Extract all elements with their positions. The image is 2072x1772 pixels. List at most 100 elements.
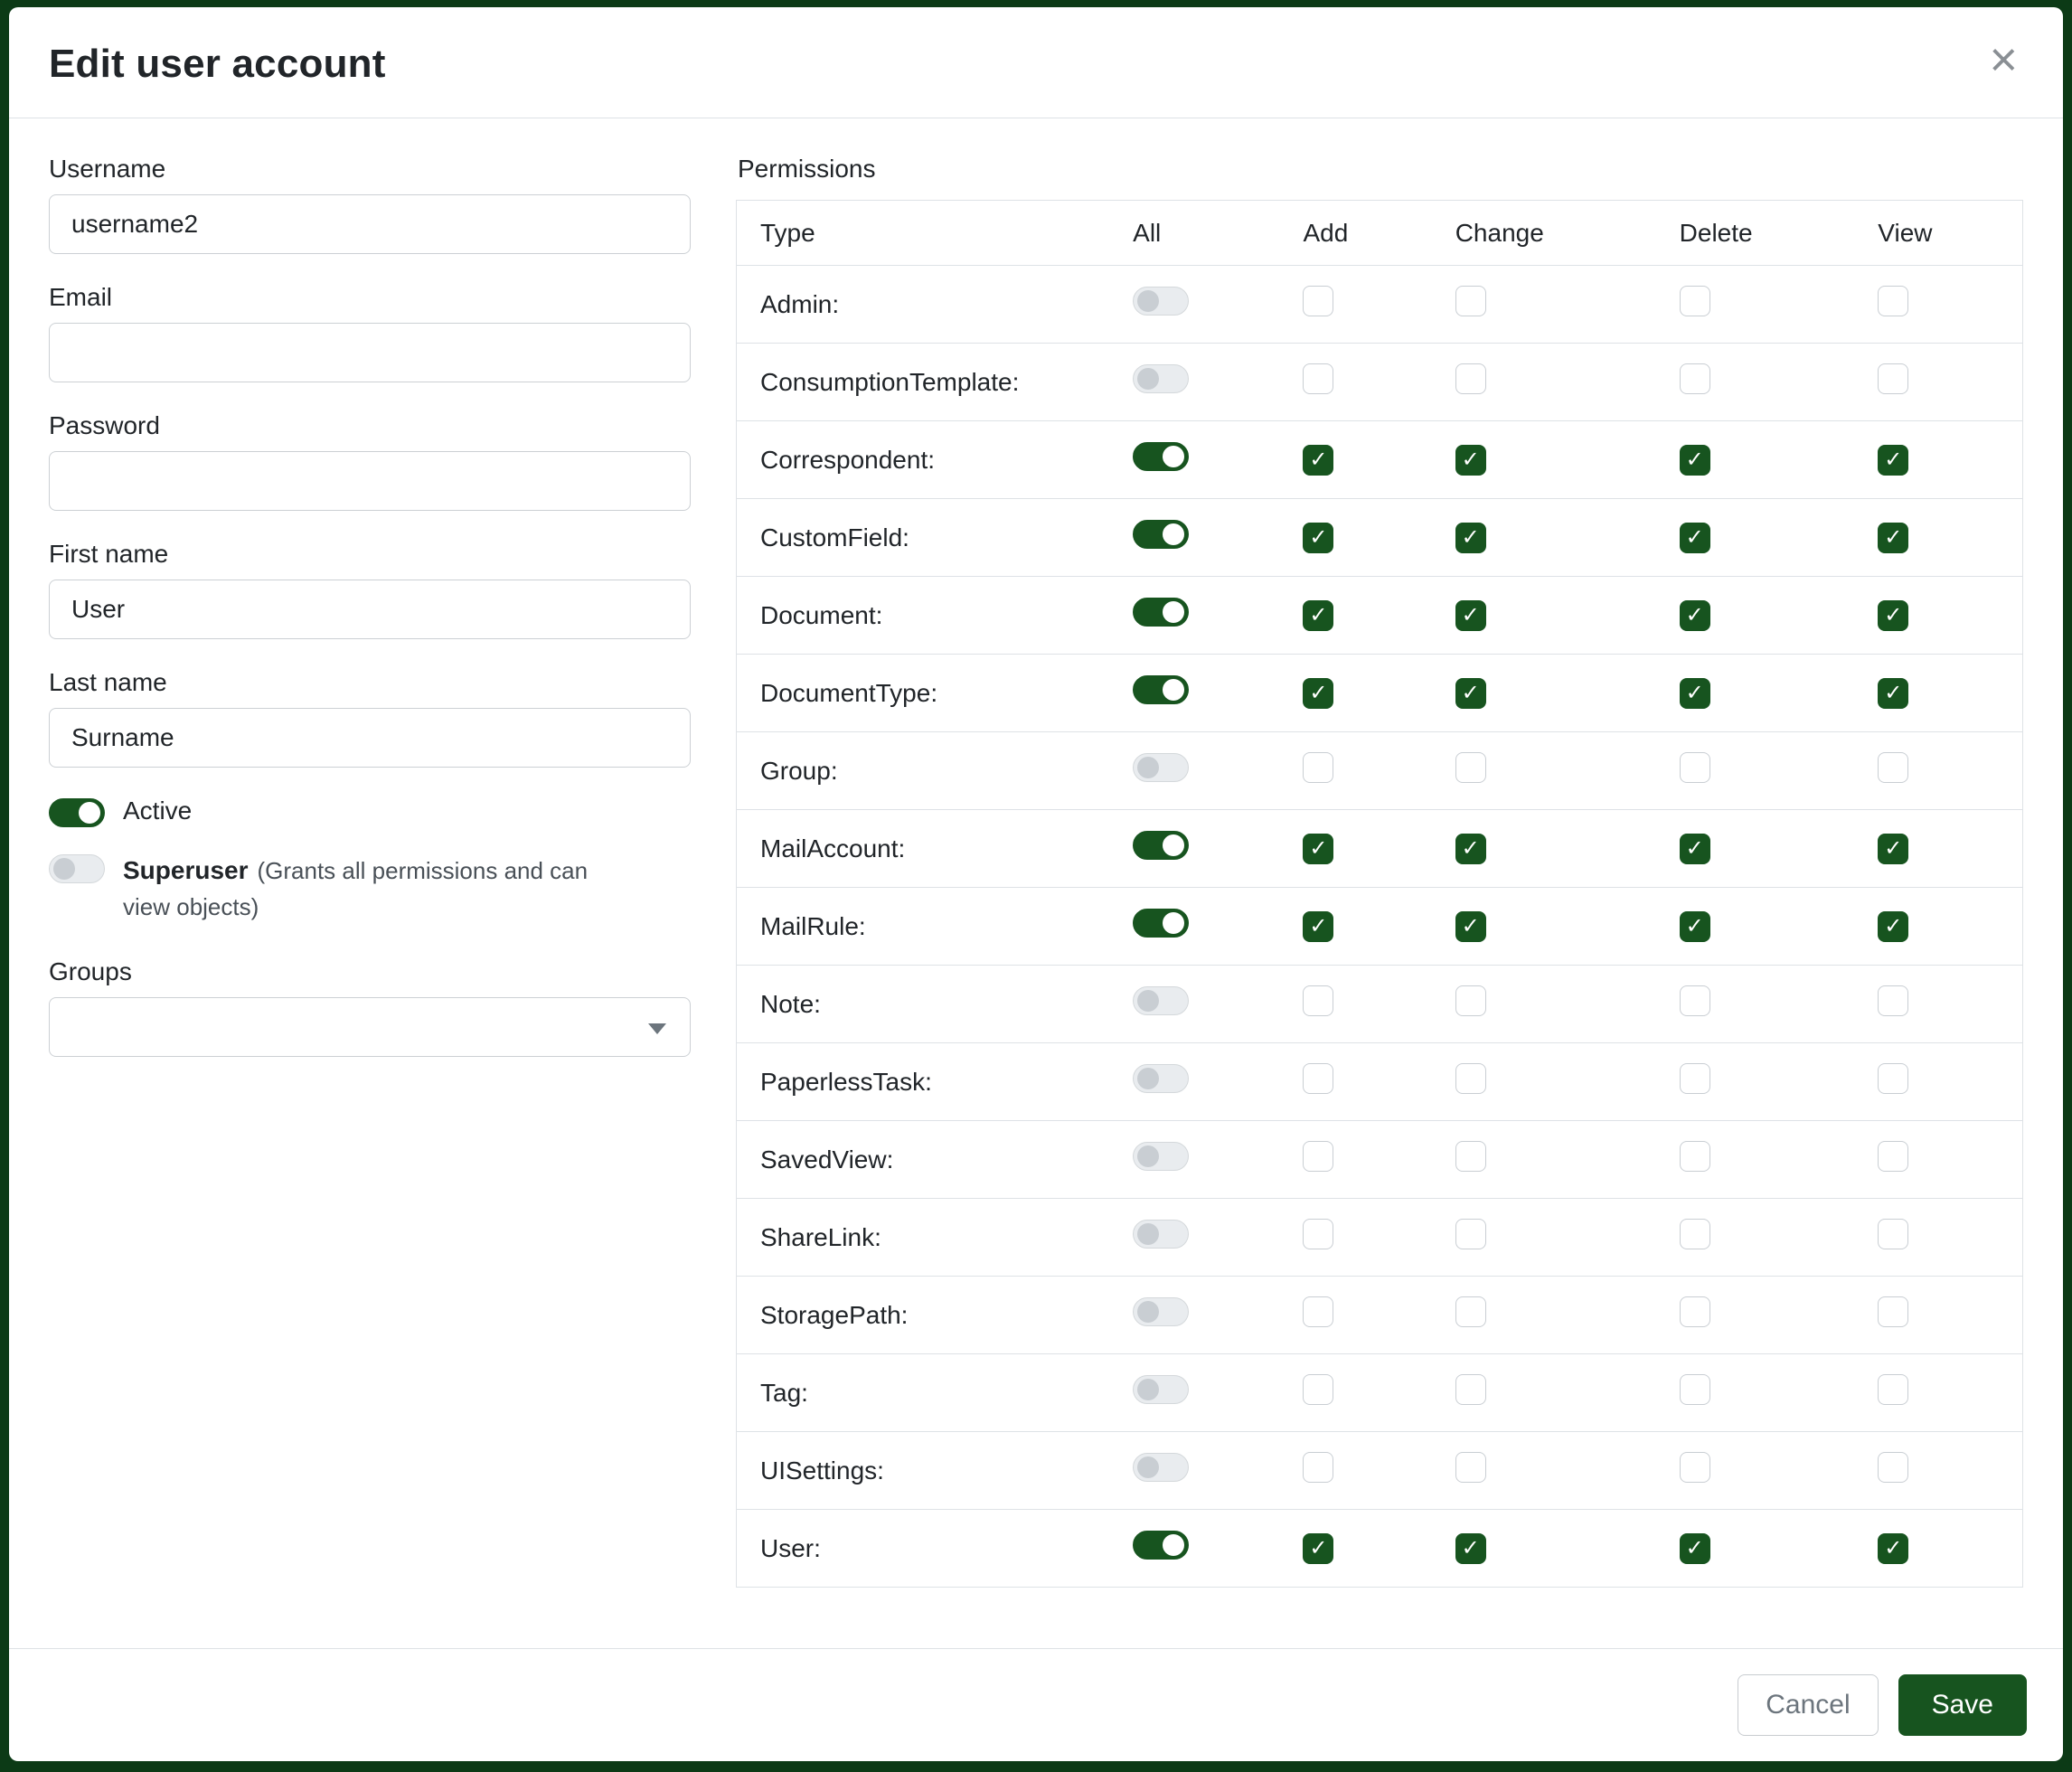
permission-delete-checkbox[interactable] [1680,678,1710,709]
permission-change-checkbox[interactable] [1455,1452,1486,1483]
permission-view-checkbox[interactable] [1878,286,1908,316]
permission-delete-checkbox[interactable] [1680,523,1710,553]
permission-all-toggle[interactable] [1133,1220,1189,1249]
permission-view-checkbox[interactable] [1878,985,1908,1016]
permission-add-checkbox[interactable] [1303,1063,1333,1094]
user-form: Username Email Password First name Last [49,155,691,1648]
permission-view-checkbox[interactable] [1878,363,1908,394]
permission-add-checkbox[interactable] [1303,834,1333,864]
permission-add-checkbox[interactable] [1303,1296,1333,1327]
permission-add-checkbox[interactable] [1303,911,1333,942]
email-field[interactable] [49,323,691,382]
permission-change-checkbox[interactable] [1455,834,1486,864]
permission-delete-checkbox[interactable] [1680,834,1710,864]
permission-change-checkbox[interactable] [1455,1219,1486,1249]
permission-view-checkbox[interactable] [1878,834,1908,864]
permission-add-checkbox[interactable] [1303,445,1333,476]
permission-delete-checkbox[interactable] [1680,1533,1710,1564]
permission-view-checkbox[interactable] [1878,1219,1908,1249]
save-button[interactable]: Save [1898,1674,2027,1736]
permission-delete-checkbox[interactable] [1680,752,1710,783]
active-label: Active [123,796,192,825]
permission-view-checkbox[interactable] [1878,600,1908,631]
permission-delete-checkbox[interactable] [1680,1374,1710,1405]
permission-view-checkbox[interactable] [1878,445,1908,476]
permission-add-checkbox[interactable] [1303,1533,1333,1564]
permission-all-toggle[interactable] [1133,442,1189,471]
permission-change-checkbox[interactable] [1455,752,1486,783]
last-name-field[interactable] [49,708,691,768]
permission-change-checkbox[interactable] [1455,678,1486,709]
permission-all-toggle[interactable] [1133,520,1189,549]
permission-all-toggle[interactable] [1133,364,1189,393]
permission-all-toggle[interactable] [1133,598,1189,627]
permission-view-checkbox[interactable] [1878,1141,1908,1172]
permission-change-checkbox[interactable] [1455,1533,1486,1564]
permission-delete-checkbox[interactable] [1680,1063,1710,1094]
permission-all-toggle[interactable] [1133,1375,1189,1404]
permission-add-checkbox[interactable] [1303,1219,1333,1249]
password-field[interactable] [49,451,691,511]
permission-change-checkbox[interactable] [1455,1374,1486,1405]
permission-change-checkbox[interactable] [1455,286,1486,316]
cancel-button[interactable]: Cancel [1738,1674,1878,1736]
permission-delete-checkbox[interactable] [1680,363,1710,394]
permission-view-checkbox[interactable] [1878,1374,1908,1405]
email-label: Email [49,283,691,312]
superuser-toggle[interactable] [49,854,105,883]
permission-all-toggle[interactable] [1133,1531,1189,1560]
permission-view-checkbox[interactable] [1878,1063,1908,1094]
permission-change-checkbox[interactable] [1455,911,1486,942]
permission-view-checkbox[interactable] [1878,752,1908,783]
permission-add-checkbox[interactable] [1303,1141,1333,1172]
permission-change-checkbox[interactable] [1455,445,1486,476]
permission-view-checkbox[interactable] [1878,1452,1908,1483]
permission-add-checkbox[interactable] [1303,985,1333,1016]
permission-delete-checkbox[interactable] [1680,911,1710,942]
permission-change-checkbox[interactable] [1455,1296,1486,1327]
permission-delete-checkbox[interactable] [1680,286,1710,316]
permission-delete-checkbox[interactable] [1680,985,1710,1016]
permission-change-checkbox[interactable] [1455,523,1486,553]
active-toggle[interactable] [49,798,105,827]
permission-all-toggle[interactable] [1133,1064,1189,1093]
permission-view-checkbox[interactable] [1878,911,1908,942]
permission-delete-checkbox[interactable] [1680,1452,1710,1483]
permission-add-checkbox[interactable] [1303,752,1333,783]
permission-delete-checkbox[interactable] [1680,445,1710,476]
permission-delete-checkbox[interactable] [1680,1296,1710,1327]
permission-add-checkbox[interactable] [1303,286,1333,316]
permission-delete-checkbox[interactable] [1680,600,1710,631]
permission-change-checkbox[interactable] [1455,1063,1486,1094]
permission-change-checkbox[interactable] [1455,1141,1486,1172]
permission-all-toggle[interactable] [1133,1142,1189,1171]
groups-select[interactable] [49,997,691,1057]
permission-all-toggle[interactable] [1133,287,1189,316]
permission-all-toggle[interactable] [1133,831,1189,860]
permission-add-checkbox[interactable] [1303,523,1333,553]
permission-all-toggle[interactable] [1133,1453,1189,1482]
permission-type-label: Group: [737,732,1110,810]
permission-all-toggle[interactable] [1133,909,1189,938]
permission-change-checkbox[interactable] [1455,600,1486,631]
permission-add-checkbox[interactable] [1303,1452,1333,1483]
permission-delete-checkbox[interactable] [1680,1141,1710,1172]
permission-all-toggle[interactable] [1133,1297,1189,1326]
permission-all-toggle[interactable] [1133,986,1189,1015]
permission-all-toggle[interactable] [1133,675,1189,704]
permission-add-checkbox[interactable] [1303,678,1333,709]
username-field[interactable] [49,194,691,254]
permission-view-checkbox[interactable] [1878,1296,1908,1327]
permission-delete-checkbox[interactable] [1680,1219,1710,1249]
permission-add-checkbox[interactable] [1303,363,1333,394]
permission-change-checkbox[interactable] [1455,985,1486,1016]
permission-view-checkbox[interactable] [1878,523,1908,553]
permission-view-checkbox[interactable] [1878,1533,1908,1564]
permission-all-toggle[interactable] [1133,753,1189,782]
permission-add-checkbox[interactable] [1303,1374,1333,1405]
permission-change-checkbox[interactable] [1455,363,1486,394]
close-icon[interactable]: × [1983,42,2023,78]
permission-add-checkbox[interactable] [1303,600,1333,631]
permission-view-checkbox[interactable] [1878,678,1908,709]
first-name-field[interactable] [49,580,691,639]
